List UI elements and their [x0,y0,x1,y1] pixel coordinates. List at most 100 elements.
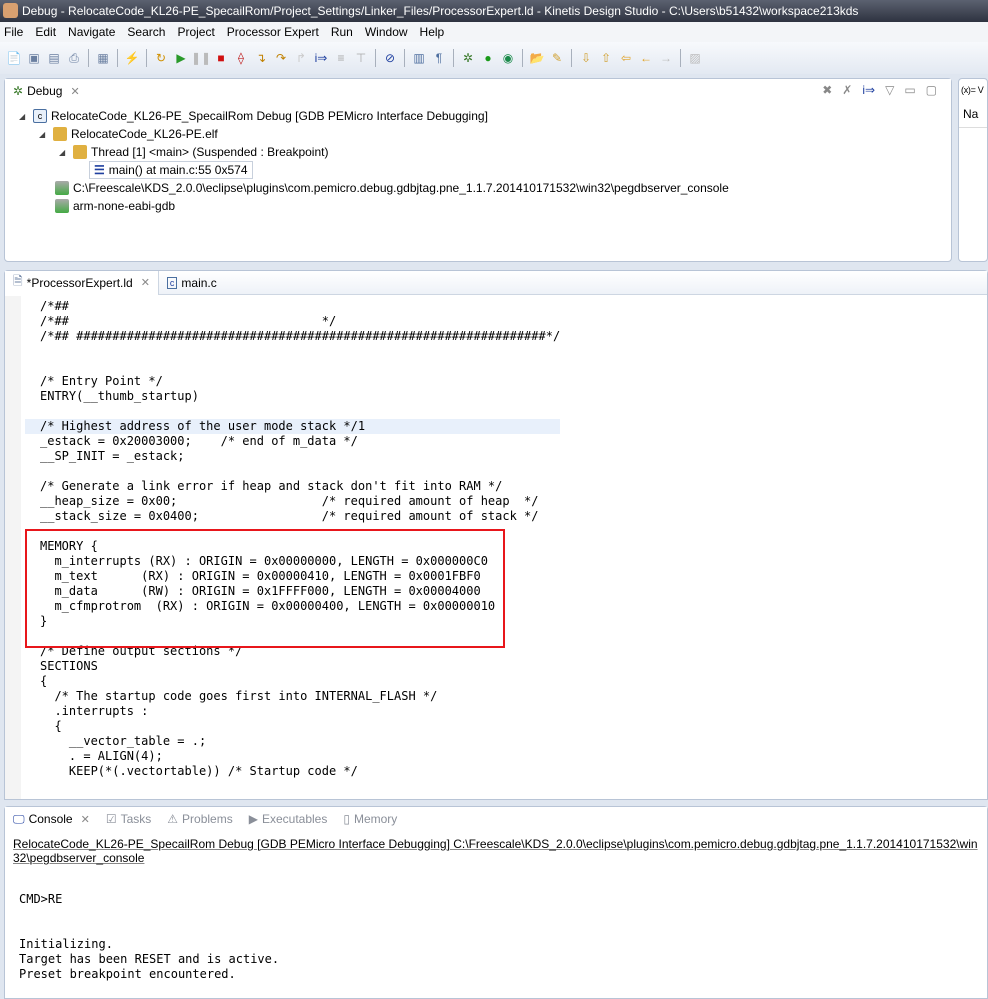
code-line: . = ALIGN(4); [40,749,163,763]
new-icon[interactable]: 📄 [6,50,22,66]
run-icon[interactable]: ● [480,50,496,66]
menu-search[interactable]: Search [127,25,165,39]
debug-view: ✲ Debug ✕ ✖ ✗ i⇒ ▽ ▭ ▢ ◢ c RelocateCode_KL26-PE_S… [4,78,952,262]
c-file-icon: c [166,276,178,289]
menu-processor-expert[interactable]: Processor Expert [227,25,319,39]
tab-memory[interactable]: ▯ Memory [335,807,405,831]
next-annotation-icon[interactable]: ⇩ [578,50,594,66]
remove-terminated-icon[interactable]: ✖ [822,83,832,97]
step-into-icon[interactable]: ↴ [253,50,269,66]
tab-main-c[interactable]: c main.c [159,271,225,295]
tab-processorexpert-ld[interactable]: 🗎 *ProcessorExpert.ld ✕ [5,270,159,295]
tab-variables[interactable]: (x)= V [959,79,987,101]
back-icon[interactable]: ← [638,50,654,66]
step-return-icon[interactable]: ↱ [293,50,309,66]
console-process-icon [55,181,69,195]
code-line: SECTIONS [40,659,98,673]
code-line: /* The startup code goes first into INTE… [40,689,438,703]
problems-icon: ⚠ [167,812,179,826]
memory-icon: ▯ [343,812,350,826]
code-line: /*## ###################################… [40,329,561,343]
step-over-icon[interactable]: ↷ [273,50,289,66]
close-icon[interactable]: ✕ [70,85,79,98]
instruction-step-icon[interactable]: i⇒ [862,83,875,97]
maximize-icon[interactable]: ▢ [926,83,937,97]
window-title: Debug - RelocateCode_KL26-PE_SpecailRom/… [22,4,859,18]
tree-item-gdb[interactable]: arm-none-eabi-gdb [55,197,175,215]
tab-console[interactable]: 🖵 Console ✕ [5,807,98,831]
suspend-icon[interactable]: ❚❚ [191,50,211,66]
code-line: _estack = 0x20003000; /* end of m_data *… [40,434,358,448]
menu-navigate[interactable]: Navigate [68,25,115,39]
restart-icon[interactable]: ↻ [153,50,169,66]
tab-executables[interactable]: ▶ Executables [241,807,336,831]
tree-item-thread[interactable]: ◢ Thread [1] <main> (Suspended : Breakpoi… [59,143,328,161]
debug-bug-icon: ✲ [13,84,24,98]
console-line: Initializing. [19,937,113,951]
close-icon[interactable]: ✕ [141,276,150,289]
drop-frame-icon[interactable]: ≡ [333,50,349,66]
view-menu-icon[interactable]: ▽ [885,83,894,97]
menu-window[interactable]: Window [365,25,408,39]
text-file-icon: 🗎 [13,274,23,288]
pin-icon[interactable]: ▨ [687,50,703,66]
menu-file[interactable]: File [4,25,23,39]
tab-tasks[interactable]: ☑ Tasks [98,807,159,831]
menu-bar: File Edit Navigate Search Project Proces… [0,22,988,42]
open-folder-icon[interactable]: 📂 [529,50,545,66]
toolbar: 📄 ▣ ▤ ⎙ ▦ ⚡ ↻ ▶ ❚❚ ■ ⟠ ↴ ↷ ↱ i⇒ ≡ ⊤ ⊘ ▥ ¶ ✲ ● ◉ 📂 ✎ ⇩ ⇧ ⇦ ← →… [0,42,988,74]
save-all-icon[interactable]: ▤ [46,50,62,66]
code-line: .interrupts : [40,704,149,718]
print-icon[interactable]: ⎙ [66,50,82,66]
terminate-icon[interactable]: ■ [213,50,229,66]
tree-item-stack-frame[interactable]: ☰ main() at main.c:55 0x574 [89,161,253,179]
title-bar: Debug - RelocateCode_KL26-PE_SpecailRom/… [0,0,988,22]
tab-problems[interactable]: ⚠ Problems [159,807,240,831]
menu-help[interactable]: Help [420,25,445,39]
tasks-icon: ☑ [105,812,117,826]
last-edit-icon[interactable]: ⇦ [618,50,634,66]
menu-edit[interactable]: Edit [35,25,56,39]
console-header: RelocateCode_KL26-PE_SpecailRom Debug [G… [13,837,978,865]
save-icon[interactable]: ▣ [26,50,42,66]
console-line: CMD>RE [19,892,63,906]
code-line: __stack_size = 0x0400; /* required amoun… [40,509,539,523]
minimize-icon[interactable]: ▭ [904,83,915,97]
tab-debug[interactable]: ✲ Debug ✕ [5,79,88,103]
console-output[interactable]: CMD>RE Initializing. Target has been RESET… [19,877,279,982]
paragraph-icon[interactable]: ¶ [431,50,447,66]
build-icon[interactable]: ▦ [95,50,111,66]
code-line: { [40,674,48,688]
menu-project[interactable]: Project [177,25,214,39]
use-step-filters-icon[interactable]: ⊤ [353,50,369,66]
flash-icon[interactable]: ⚡ [124,50,140,66]
resume-icon[interactable]: ▶ [173,50,189,66]
external-tools-icon[interactable]: ◉ [500,50,516,66]
show-whitespace-icon[interactable]: ▥ [411,50,427,66]
debug-icon[interactable]: ✲ [460,50,476,66]
tree-item-gdbserver[interactable]: C:\Freescale\KDS_2.0.0\eclipse\plugins\c… [55,179,729,197]
app-icon [3,3,18,18]
menu-run[interactable]: Run [331,25,353,39]
skip-breakpoints-icon[interactable]: ⊘ [382,50,398,66]
forward-icon[interactable]: → [658,50,674,66]
code-line: __vector_table = .; [40,734,207,748]
code-line: { [40,719,62,733]
prev-annotation-icon[interactable]: ⇧ [598,50,614,66]
disconnect-icon[interactable]: ⟠ [233,50,249,66]
tree-item-elf[interactable]: ◢ RelocateCode_KL26-PE.elf [39,125,218,143]
c-launch-icon: c [33,109,47,123]
edit-icon[interactable]: ✎ [549,50,565,66]
close-icon[interactable]: ✕ [81,813,90,826]
remove-all-icon[interactable]: ✗ [842,83,852,97]
instruction-step-icon[interactable]: i⇒ [313,50,329,66]
code-line: __heap_size = 0x00; /* required amount o… [40,494,539,508]
column-name[interactable]: Na [959,101,987,128]
tree-item-launch[interactable]: ◢ c RelocateCode_KL26-PE_SpecailRom Debug … [19,107,488,125]
stack-frame-icon: ☰ [94,163,105,177]
